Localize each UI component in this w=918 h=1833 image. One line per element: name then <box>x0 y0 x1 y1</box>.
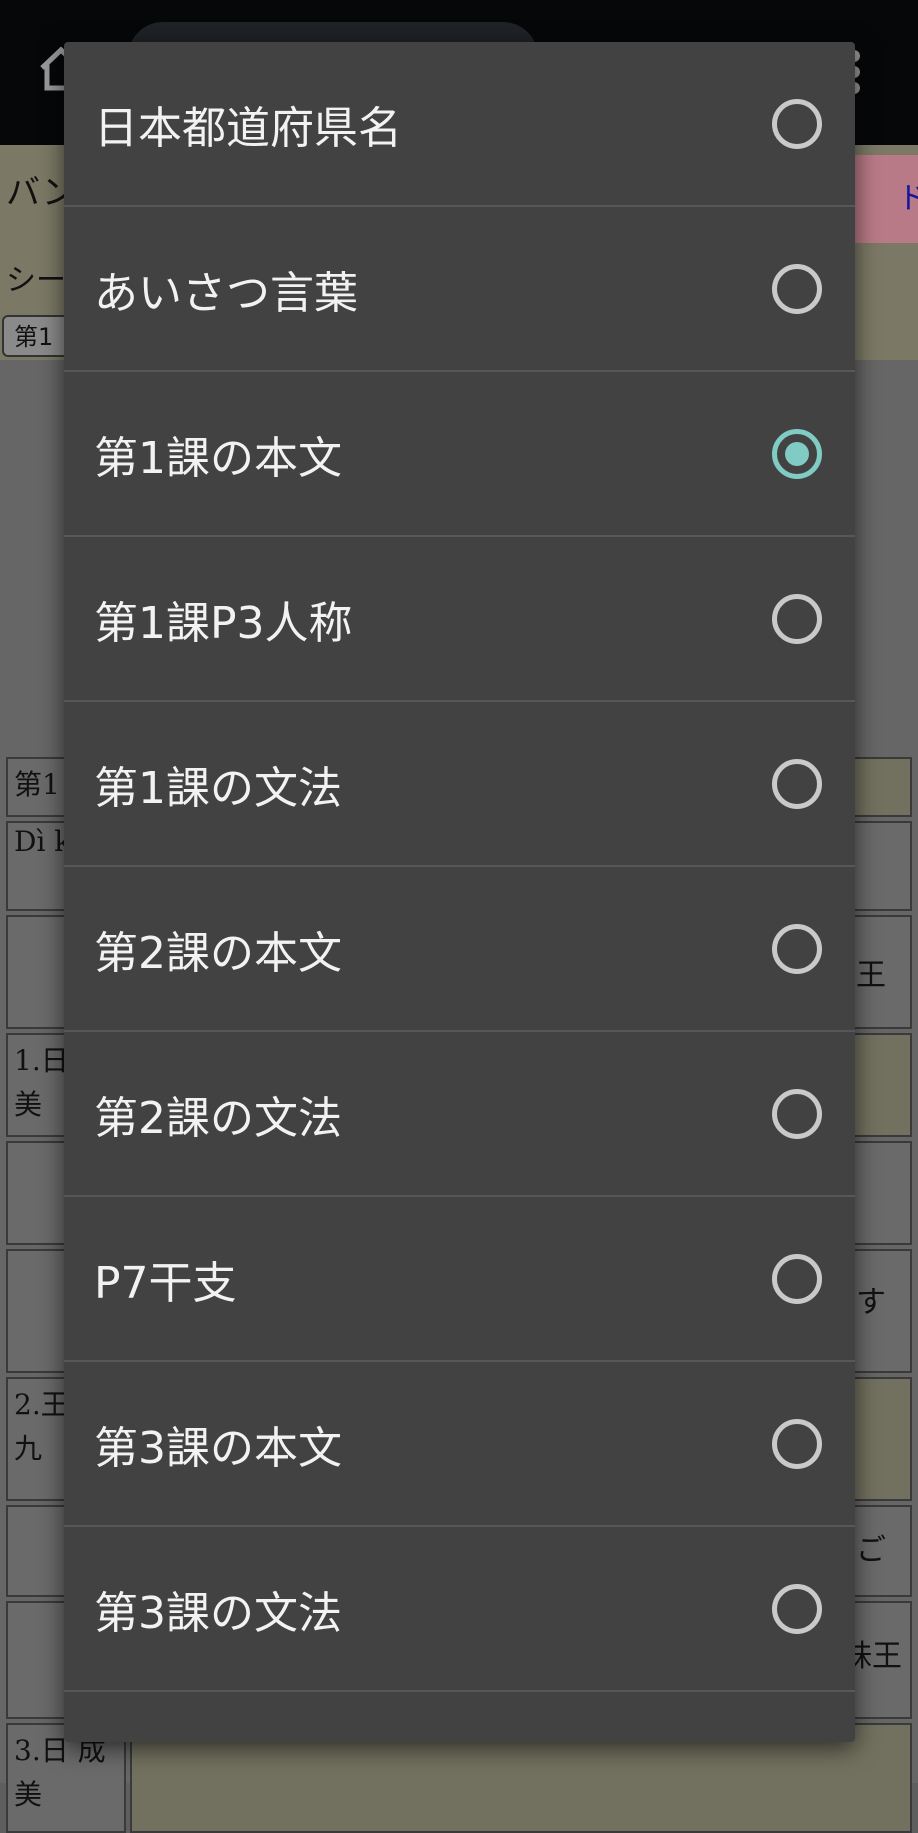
option-label: 第3課の本文 <box>94 1422 342 1474</box>
radio-button-checked-icon[interactable] <box>772 428 822 479</box>
radio-button-icon[interactable] <box>772 263 822 314</box>
option-item[interactable]: P7干支 <box>64 1197 855 1362</box>
option-item[interactable]: 日本都道府県名 <box>64 42 855 207</box>
radio-button-icon[interactable] <box>772 1088 822 1139</box>
option-label: 第2課の本文 <box>94 927 342 979</box>
table-cell-text: 王 <box>856 958 886 993</box>
option-item[interactable]: 第1課の文法 <box>64 702 855 867</box>
option-label: あいさつ言葉 <box>94 267 358 319</box>
option-item[interactable]: 第3課の本文 <box>64 1362 855 1527</box>
sheet-label: シー <box>6 263 66 298</box>
option-label: 第2課の文法 <box>94 1092 342 1144</box>
option-label: 第1課の文法 <box>94 762 342 814</box>
option-item[interactable]: 第2課の文法 <box>64 1032 855 1197</box>
option-item[interactable]: あいさつ言葉 <box>64 207 855 372</box>
option-item[interactable]: 第1課P3人称 <box>64 537 855 702</box>
radio-button-icon[interactable] <box>772 1583 822 1634</box>
radio-button-icon[interactable] <box>772 923 822 974</box>
table-cell-text: す <box>856 1285 886 1320</box>
radio-button-icon[interactable] <box>772 593 822 644</box>
radio-button-icon[interactable] <box>772 98 822 149</box>
sheet-choice-dialog: 日本都道府県名 あいさつ言葉 第1課の本文 第1課P3人称 第1課の文法 第2課… <box>64 42 855 1742</box>
option-item-selected[interactable]: 第1課の本文 <box>64 372 855 537</box>
radio-button-icon[interactable] <box>772 1418 822 1469</box>
table-cell-text: ご <box>856 1533 886 1568</box>
option-label: 第1課の本文 <box>94 432 342 484</box>
option-label: P7干支 <box>94 1257 237 1309</box>
radio-button-icon[interactable] <box>772 1253 822 1304</box>
option-item[interactable]: 第3課の文法 <box>64 1527 855 1692</box>
option-label: 第3課の文法 <box>94 1587 342 1639</box>
option-item[interactable]: 第2課の本文 <box>64 867 855 1032</box>
option-label: 第1課P3人称 <box>94 597 353 649</box>
radio-button-icon[interactable] <box>772 758 822 809</box>
option-label: 日本都道府県名 <box>94 102 402 154</box>
